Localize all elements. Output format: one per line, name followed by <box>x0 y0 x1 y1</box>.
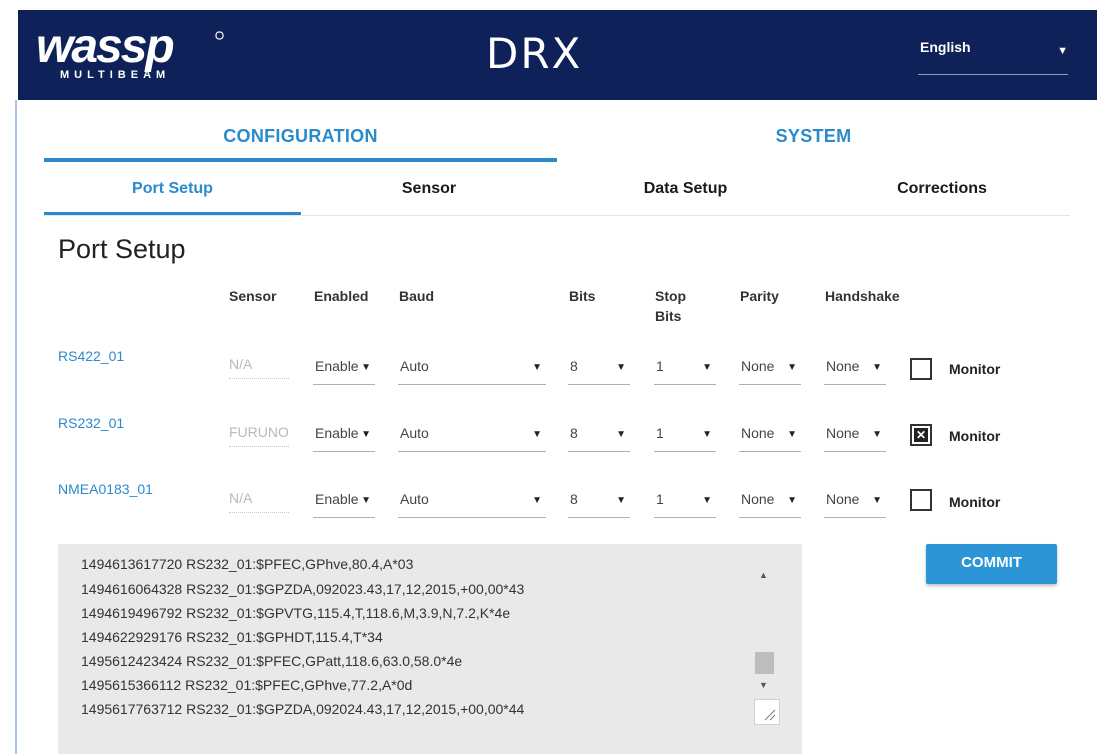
chevron-down-icon: ▼ <box>787 495 797 506</box>
baud-select[interactable]: Auto ▼ <box>398 421 546 452</box>
left-border <box>15 100 17 754</box>
bits-select[interactable]: 8 ▼ <box>568 487 630 518</box>
tab-port-setup[interactable]: Port Setup <box>44 172 301 216</box>
chevron-down-icon: ▼ <box>872 362 882 373</box>
scroll-up-arrow-icon[interactable]: ▲ <box>759 570 768 580</box>
monitor-label: Monitor <box>949 428 1001 444</box>
console-line: 1495617763712 RS232_01:$GPZDA,092024.43,… <box>81 701 525 717</box>
chevron-down-icon: ▼ <box>616 429 626 440</box>
port-name-nmea0183: NMEA0183_01 <box>58 481 153 497</box>
handshake-select[interactable]: None ▼ <box>824 421 886 452</box>
col-enabled: Enabled <box>314 288 369 304</box>
bits-select[interactable]: 8 ▼ <box>568 421 630 452</box>
col-baud: Baud <box>399 288 434 304</box>
stop-bits-select[interactable]: 1 ▼ <box>654 354 716 385</box>
col-stop-bits-line1: Stop <box>655 288 687 304</box>
console-line: 1494613617720 RS232_01:$PFEC,GPhve,80.4,… <box>81 556 414 572</box>
language-select[interactable]: English ▼ <box>918 37 1068 75</box>
chevron-down-icon: ▼ <box>361 429 371 440</box>
chevron-down-icon: ▼ <box>532 362 542 373</box>
col-parity: Parity <box>740 288 779 304</box>
parity-select[interactable]: None ▼ <box>739 487 801 518</box>
monitor-label: Monitor <box>949 494 1001 510</box>
col-handshake: Handshake <box>825 288 900 304</box>
enabled-select[interactable]: Enable ▼ <box>313 421 375 452</box>
console-line: 1494619496792 RS232_01:$GPVTG,115.4,T,11… <box>81 605 511 621</box>
monitor-checkbox[interactable] <box>910 489 932 511</box>
monitor-label: Monitor <box>949 361 1001 377</box>
chevron-down-icon: ▼ <box>787 429 797 440</box>
monitor-checkbox[interactable] <box>910 358 932 380</box>
tab-data-setup[interactable]: Data Setup <box>557 172 814 212</box>
chevron-down-icon: ▼ <box>872 429 882 440</box>
baud-select[interactable]: Auto ▼ <box>398 487 546 518</box>
tab-configuration[interactable]: CONFIGURATION <box>44 118 557 162</box>
bits-select[interactable]: 8 ▼ <box>568 354 630 385</box>
handshake-select[interactable]: None ▼ <box>824 354 886 385</box>
tab-corrections[interactable]: Corrections <box>814 172 1070 212</box>
port-name-rs232: RS232_01 <box>58 415 125 431</box>
resize-handle-icon[interactable] <box>754 699 780 725</box>
baud-select[interactable]: Auto ▼ <box>398 354 546 385</box>
monitor-checkbox[interactable]: ✕ <box>910 424 932 446</box>
tab-sensor[interactable]: Sensor <box>301 172 557 212</box>
svg-text:wassp: wassp <box>36 22 173 73</box>
enabled-select[interactable]: Enable ▼ <box>313 487 375 518</box>
col-bits: Bits <box>569 288 596 304</box>
console-line: 1495615366112 RS232_01:$PFEC,GPhve,77.2,… <box>81 677 413 693</box>
tab-divider <box>44 215 1070 216</box>
enabled-select[interactable]: Enable ▼ <box>313 354 375 385</box>
port-name-rs422: RS422_01 <box>58 348 125 364</box>
scroll-down-arrow-icon[interactable]: ▼ <box>759 680 768 690</box>
chevron-down-icon: ▼ <box>361 362 371 373</box>
chevron-down-icon: ▼ <box>532 495 542 506</box>
handshake-select[interactable]: None ▼ <box>824 487 886 518</box>
col-stop-bits-line2: Bits <box>655 308 682 324</box>
chevron-down-icon: ▼ <box>872 495 882 506</box>
console-line: 1494622929176 RS232_01:$GPHDT,115.4,T*34 <box>81 629 383 645</box>
parity-select[interactable]: None ▼ <box>739 421 801 452</box>
sensor-field: N/A <box>229 356 289 379</box>
chevron-down-icon: ▼ <box>616 362 626 373</box>
scrollbar-thumb[interactable] <box>755 652 774 674</box>
chevron-down-icon: ▼ <box>532 429 542 440</box>
console-line: 1495612423424 RS232_01:$PFEC,GPatt,118.6… <box>81 653 463 669</box>
chevron-down-icon: ▼ <box>787 362 797 373</box>
col-sensor: Sensor <box>229 288 277 304</box>
parity-select[interactable]: None ▼ <box>739 354 801 385</box>
chevron-down-icon: ▼ <box>702 495 712 506</box>
svg-text:MULTIBEAM: MULTIBEAM <box>60 69 170 81</box>
language-label: English <box>920 39 971 55</box>
monitor-output-textarea[interactable]: 1494613617720 RS232_01:$PFEC,GPhve,80.4,… <box>58 544 802 754</box>
console-line: 1494616064328 RS232_01:$GPZDA,092023.43,… <box>81 581 525 597</box>
chevron-down-icon: ▼ <box>616 495 626 506</box>
chevron-down-icon: ▼ <box>1057 45 1068 57</box>
sensor-field: N/A <box>229 490 289 513</box>
checkmark-x-icon: ✕ <box>914 428 928 442</box>
stop-bits-select[interactable]: 1 ▼ <box>654 421 716 452</box>
chevron-down-icon: ▼ <box>702 362 712 373</box>
wassp-multibeam-logo: wassp MULTIBEAM <box>36 22 224 81</box>
drx-product-logo: DRX <box>486 29 582 76</box>
page-title: Port Setup <box>58 234 186 264</box>
svg-text:DRX: DRX <box>486 29 582 76</box>
chevron-down-icon: ▼ <box>702 429 712 440</box>
commit-button[interactable]: COMMIT <box>926 544 1057 584</box>
stop-bits-select[interactable]: 1 ▼ <box>654 487 716 518</box>
chevron-down-icon: ▼ <box>361 495 371 506</box>
tab-system[interactable]: SYSTEM <box>557 118 1070 158</box>
sensor-field: FURUNO <box>229 424 289 447</box>
